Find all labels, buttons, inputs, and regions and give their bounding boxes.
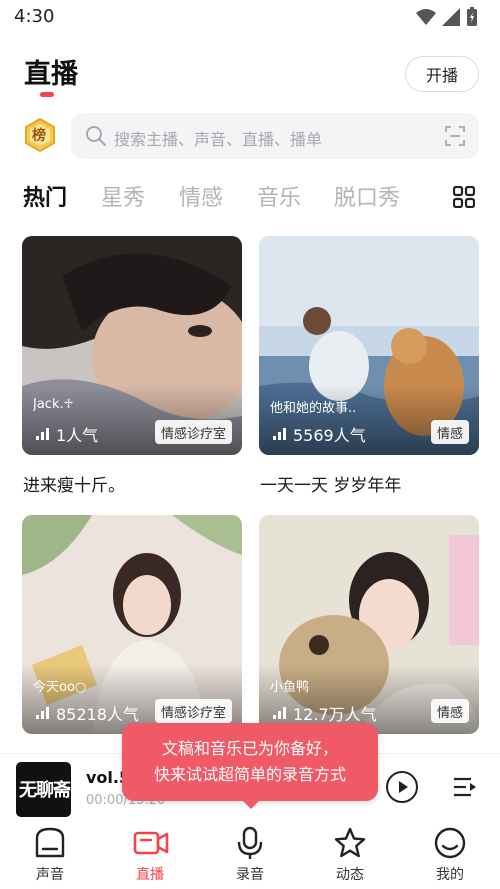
host-name: 今天oo○ xyxy=(33,680,87,695)
microphone-icon xyxy=(237,826,263,859)
popularity-count: 1人气 xyxy=(36,422,98,446)
title-underline xyxy=(40,92,54,97)
page-title: 直播 xyxy=(24,59,78,90)
start-broadcast-button[interactable]: 开播 xyxy=(405,56,479,92)
album-cover: 无聊斋 xyxy=(16,762,71,817)
room-tag: 情感 xyxy=(430,420,469,444)
tab-music[interactable]: 音乐 xyxy=(257,180,301,212)
tab-star-show[interactable]: 星秀 xyxy=(101,180,145,212)
tooltip-line-2: 快来试试超简单的录音方式 xyxy=(153,765,346,784)
nav-label: 声音 xyxy=(36,867,64,883)
wifi-icon xyxy=(416,9,436,25)
bar-chart-icon xyxy=(273,428,286,440)
recording-tip-tooltip[interactable]: 文稿和音乐已为你备好， 快来试试超简单的录音方式 xyxy=(122,723,378,801)
nav-label: 直播 xyxy=(136,867,164,883)
popularity-text: 85218人气 xyxy=(56,705,139,724)
nav-item-profile[interactable]: 我的 xyxy=(400,822,500,889)
ranking-badge-button[interactable]: 榜 xyxy=(23,117,57,153)
nav-item-live[interactable]: 直播 xyxy=(100,822,200,889)
room-tag: 情感诊疗室 xyxy=(154,420,232,444)
host-name: Jack.♱ xyxy=(33,397,74,412)
bar-chart-icon xyxy=(36,707,49,719)
room-cover-image: 小鱼鸭 12.7万人气 情感 xyxy=(259,515,479,734)
play-icon xyxy=(399,781,408,793)
room-title: 一天一天 岁岁年年 xyxy=(260,476,402,496)
nav-label: 动态 xyxy=(336,867,364,883)
status-icons xyxy=(416,7,478,27)
status-bar: 4:30 xyxy=(0,0,500,34)
room-cover-image: 今天oo○ 85218人气 情感诊疗室 xyxy=(22,515,242,734)
play-button[interactable] xyxy=(386,771,418,803)
host-name: 他和她的故事.. xyxy=(270,401,357,416)
room-title: 进来瘦十斤。 xyxy=(23,476,125,496)
live-room-card[interactable]: 他和她的故事.. 5569人气 情感 一天一天 岁岁年年 xyxy=(259,236,479,496)
popularity-count: 5569人气 xyxy=(273,422,366,446)
profile-icon xyxy=(434,827,466,859)
tooltip-line-1: 文稿和音乐已为你备好， xyxy=(161,739,338,758)
popularity-text: 5569人气 xyxy=(293,426,366,445)
tab-hot[interactable]: 热门 xyxy=(23,180,67,212)
tooltip-arrow xyxy=(242,800,260,809)
bar-chart-icon xyxy=(36,428,49,440)
room-tag: 情感诊疗室 xyxy=(154,699,232,723)
live-room-card[interactable]: 今天oo○ 85218人气 情感诊疗室 xyxy=(22,515,242,755)
signal-icon xyxy=(442,8,460,26)
room-cover-image: 他和她的故事.. 5569人气 情感 xyxy=(259,236,479,455)
popularity-count: 12.7万人气 xyxy=(273,701,377,725)
ranking-badge-text: 榜 xyxy=(32,128,46,144)
room-tag: 情感 xyxy=(430,699,469,723)
status-time: 4:30 xyxy=(14,6,55,27)
live-room-card[interactable]: 小鱼鸭 12.7万人气 情感 xyxy=(259,515,479,755)
bar-chart-icon xyxy=(273,707,286,719)
search-input[interactable]: 搜索主播、声音、直播、播单 xyxy=(71,113,479,159)
room-cover-image: Jack.♱ 1人气 情感诊疗室 xyxy=(22,236,242,455)
tab-talk-show[interactable]: 脱口秀 xyxy=(334,180,400,212)
search-icon xyxy=(86,126,106,146)
live-camera-icon xyxy=(133,831,169,855)
scan-icon[interactable] xyxy=(445,126,465,146)
battery-icon xyxy=(467,7,477,26)
category-grid-icon[interactable] xyxy=(453,186,475,208)
tab-emotion[interactable]: 情感 xyxy=(179,180,223,212)
nav-label: 我的 xyxy=(436,867,464,883)
nav-item-record[interactable]: 录音 xyxy=(200,822,300,889)
live-room-card[interactable]: Jack.♱ 1人气 情感诊疗室 进来瘦十斤。 xyxy=(22,236,242,496)
bottom-nav: 声音 直播 录音 动态 我的 xyxy=(0,822,500,889)
host-name: 小鱼鸭 xyxy=(270,680,310,695)
album-cover-logo: 无聊斋 xyxy=(19,780,71,801)
playlist-icon[interactable] xyxy=(453,776,477,798)
star-icon xyxy=(334,827,366,858)
nav-item-sound[interactable]: 声音 xyxy=(0,822,100,889)
popularity-count: 85218人气 xyxy=(36,701,139,725)
search-placeholder: 搜索主播、声音、直播、播单 xyxy=(114,130,323,149)
nav-item-feed[interactable]: 动态 xyxy=(300,822,400,889)
nav-label: 录音 xyxy=(236,867,264,883)
sound-icon xyxy=(35,827,65,858)
popularity-text: 1人气 xyxy=(56,426,99,445)
popularity-text: 12.7万人气 xyxy=(293,705,377,724)
